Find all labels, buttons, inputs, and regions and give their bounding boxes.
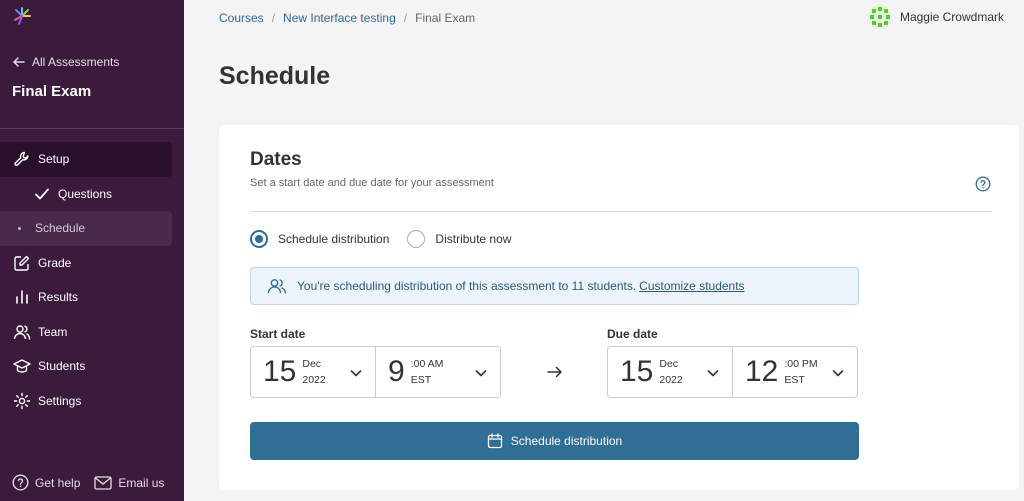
sidebar-item-label: Team <box>38 324 68 339</box>
breadcrumb-separator: / <box>271 11 276 25</box>
breadcrumb-courses[interactable]: Courses <box>219 11 264 25</box>
exam-title: Final Exam <box>12 83 92 100</box>
sidebar-item-label: Schedule <box>35 221 86 236</box>
radio-distribute-now[interactable]: Distribute now <box>407 230 511 248</box>
page-title: Schedule <box>219 62 331 90</box>
chevron-down-icon <box>350 370 362 377</box>
sidebar-item-setup[interactable]: Setup <box>0 142 172 177</box>
info-banner: You're scheduling distribution of this a… <box>250 267 859 305</box>
breadcrumb: Courses / New Interface testing / Final … <box>219 11 475 25</box>
breadcrumb-separator: / <box>403 11 408 25</box>
due-minutes: :00 PM <box>784 358 818 370</box>
sidebar-item-results[interactable]: Results <box>0 280 184 315</box>
schedule-distribution-button[interactable]: Schedule distribution <box>250 422 859 460</box>
calendar-icon <box>487 433 502 449</box>
start-month: Dec <box>302 358 322 370</box>
due-time-detail: :00 PM EST <box>784 356 817 388</box>
due-time-select[interactable]: 12 :00 PM EST <box>733 346 858 398</box>
help-circle-icon <box>12 474 29 491</box>
sidebar-nav: Setup Questions Schedule Grade Results T… <box>0 142 184 418</box>
avatar <box>867 5 892 29</box>
email-us-label: Email us <box>118 475 165 490</box>
sidebar: All Assessments Final Exam Setup Questio… <box>0 0 184 501</box>
user-menu[interactable]: Maggie Crowdmark <box>867 5 1004 29</box>
user-name: Maggie Crowdmark <box>899 10 1004 24</box>
due-date-select[interactable]: 15 Dec 2022 <box>607 346 733 398</box>
info-text: You're scheduling distribution of this a… <box>297 279 637 293</box>
crowdmark-logo-icon[interactable] <box>12 6 32 26</box>
sidebar-item-label: Setup <box>38 152 70 167</box>
card-title: Dates <box>250 149 302 170</box>
start-timezone: EST <box>410 374 432 386</box>
get-help-label: Get help <box>35 475 81 490</box>
start-minutes: :00 AM <box>410 358 444 370</box>
sidebar-item-label: Results <box>38 290 79 305</box>
breadcrumb-current: Final Exam <box>415 11 476 25</box>
due-hour: 12 <box>745 355 779 388</box>
radio-unchecked[interactable] <box>407 230 426 248</box>
schedule-distribution-label: Schedule distribution <box>510 434 623 448</box>
due-date-picker: 15 Dec 2022 12 :00 PM EST <box>607 346 858 398</box>
graduation-cap-icon <box>12 356 32 376</box>
distribution-radio-group: Schedule distribution Distribute now <box>250 230 529 248</box>
start-month-year: Dec 2022 <box>302 356 325 388</box>
team-icon <box>12 322 32 342</box>
start-time-detail: :00 AM EST <box>411 356 444 388</box>
radio-checked[interactable] <box>250 230 268 248</box>
due-day: 15 <box>620 355 654 388</box>
due-date-label: Due date <box>607 327 658 341</box>
users-icon <box>267 277 287 295</box>
start-year: 2022 <box>302 374 326 386</box>
checkmark-icon <box>32 184 52 204</box>
chevron-down-icon <box>832 370 844 377</box>
card-subtitle: Set a start date and due date for your a… <box>250 177 494 189</box>
bar-chart-icon <box>12 287 32 307</box>
breadcrumb-course[interactable]: New Interface testing <box>283 11 396 25</box>
sidebar-divider <box>0 128 184 129</box>
due-timezone: EST <box>784 374 805 386</box>
card-divider <box>250 211 992 212</box>
start-time-select[interactable]: 9 :00 AM EST <box>376 346 501 398</box>
start-date-picker: 15 Dec 2022 9 :00 AM EST <box>250 346 501 398</box>
start-date-label: Start date <box>250 327 306 341</box>
sidebar-item-schedule[interactable]: Schedule <box>0 211 172 246</box>
sidebar-item-label: Settings <box>38 393 82 408</box>
due-month: Dec <box>659 358 679 370</box>
chevron-down-icon <box>475 370 487 377</box>
all-assessments-label: All Assessments <box>32 55 120 69</box>
customize-students-link[interactable]: Customize students <box>639 279 744 293</box>
edit-square-icon <box>12 253 32 273</box>
due-month-year: Dec 2022 <box>659 356 682 388</box>
sidebar-item-team[interactable]: Team <box>0 315 184 350</box>
mail-icon <box>94 475 113 490</box>
get-help-link[interactable]: Get help <box>12 474 80 491</box>
all-assessments-link[interactable]: All Assessments <box>12 55 119 69</box>
due-year: 2022 <box>659 374 683 386</box>
gear-icon <box>12 391 32 411</box>
sidebar-item-questions[interactable]: Questions <box>0 177 184 212</box>
sidebar-item-grade[interactable]: Grade <box>0 246 184 281</box>
sidebar-item-label: Students <box>38 359 86 374</box>
dates-card: Dates Set a start date and due date for … <box>219 125 1019 490</box>
sidebar-item-label: Questions <box>58 186 113 201</box>
radio-label: Distribute now <box>435 232 512 246</box>
start-date-select[interactable]: 15 Dec 2022 <box>250 346 376 398</box>
start-day: 15 <box>263 355 297 388</box>
arrow-left-icon <box>13 57 25 67</box>
sidebar-footer: Get help Email us <box>12 474 178 491</box>
wrench-icon <box>12 149 32 169</box>
sidebar-item-settings[interactable]: Settings <box>0 384 184 419</box>
bullet-dot-icon <box>18 226 21 230</box>
radio-schedule-distribution[interactable]: Schedule distribution <box>250 230 389 248</box>
sidebar-item-label: Grade <box>38 255 72 270</box>
sidebar-item-students[interactable]: Students <box>0 349 184 384</box>
radio-label: Schedule distribution <box>278 232 390 246</box>
arrow-right-icon <box>547 366 562 378</box>
help-circle-icon[interactable] <box>975 176 991 192</box>
email-us-link[interactable]: Email us <box>94 476 164 490</box>
chevron-down-icon <box>707 370 719 377</box>
start-hour: 9 <box>388 355 405 388</box>
